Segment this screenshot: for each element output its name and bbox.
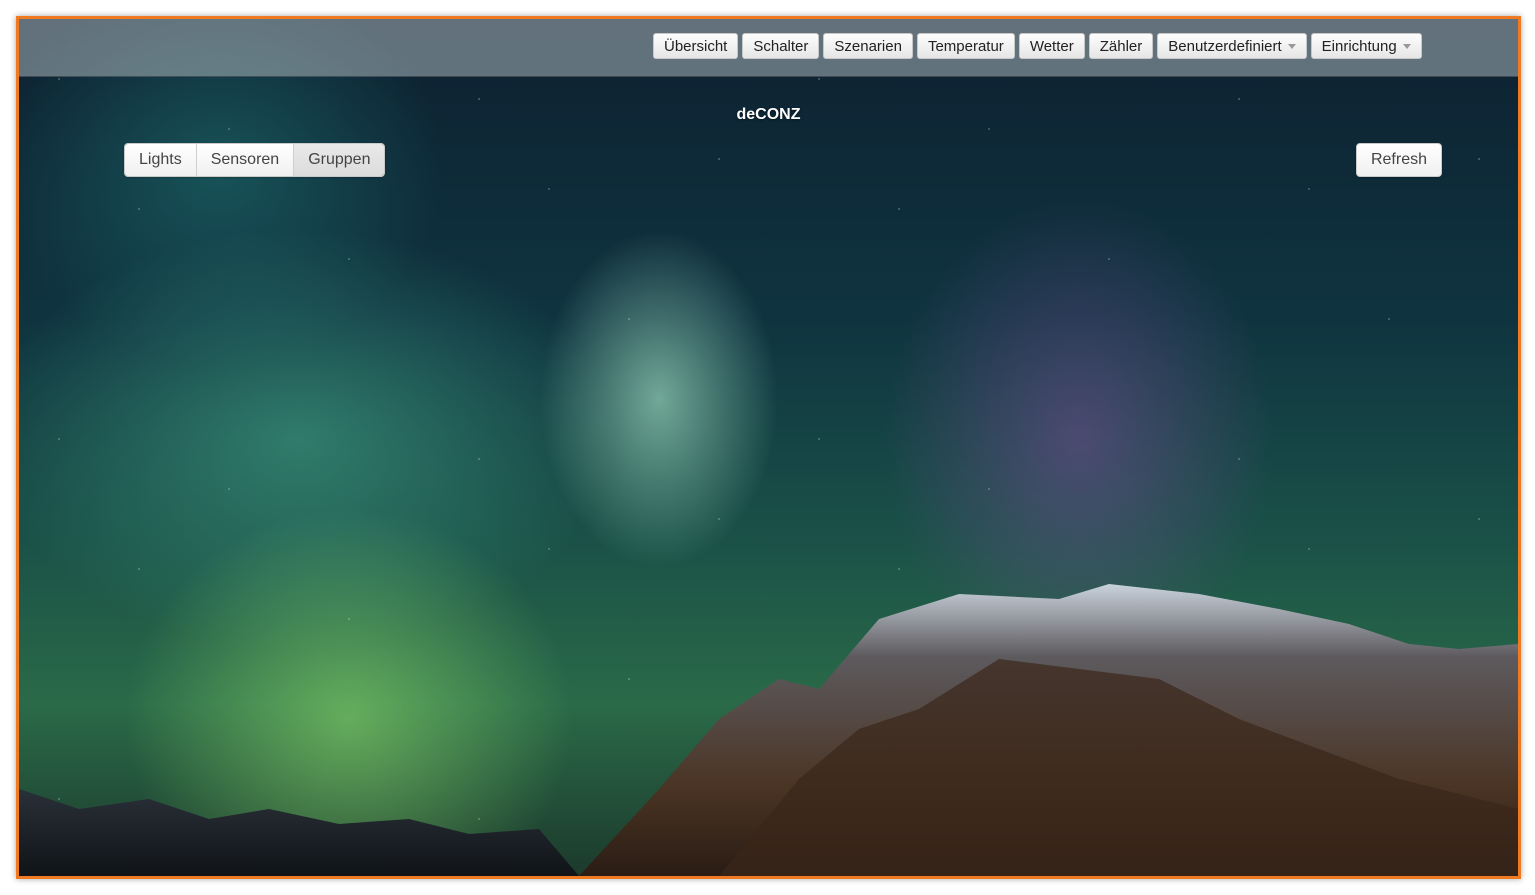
nav-schalter[interactable]: Schalter (742, 33, 820, 59)
nav-wetter[interactable]: Wetter (1018, 33, 1085, 59)
nav-szenarien[interactable]: Szenarien (823, 33, 913, 59)
nav-uebersicht[interactable]: Übersicht (653, 33, 739, 59)
nav-label: Benutzerdefiniert (1168, 37, 1282, 55)
nav-label: Übersicht (664, 37, 728, 55)
top-navigation-bar: Übersicht Schalter Szenarien Temperatur … (19, 19, 1518, 77)
chevron-down-icon (1402, 44, 1411, 49)
nav-zaehler[interactable]: Zähler (1088, 33, 1154, 59)
chevron-down-icon (1287, 44, 1296, 49)
page-title: deCONZ (736, 106, 801, 123)
nav-label: Wetter (1029, 37, 1074, 55)
nav-temperatur[interactable]: Temperatur (916, 33, 1015, 59)
app-window: Übersicht Schalter Szenarien Temperatur … (16, 16, 1521, 879)
nav-einrichtung-dropdown[interactable]: Einrichtung (1310, 33, 1422, 59)
nav-label: Temperatur (927, 37, 1004, 55)
nav-label: Szenarien (834, 37, 902, 55)
tab-gruppen[interactable]: Gruppen (294, 144, 385, 176)
main-nav: Übersicht Schalter Szenarien Temperatur … (653, 33, 1422, 59)
device-type-tabs: Lights Sensoren Gruppen (124, 143, 386, 177)
refresh-button[interactable]: Refresh (1355, 143, 1442, 177)
nav-label: Schalter (753, 37, 809, 55)
tab-lights[interactable]: Lights (125, 144, 197, 176)
tab-sensoren[interactable]: Sensoren (196, 144, 295, 176)
nav-label: Einrichtung (1321, 37, 1397, 55)
nav-benutzerdefiniert-dropdown[interactable]: Benutzerdefiniert (1157, 33, 1307, 59)
nav-label: Zähler (1099, 37, 1143, 55)
